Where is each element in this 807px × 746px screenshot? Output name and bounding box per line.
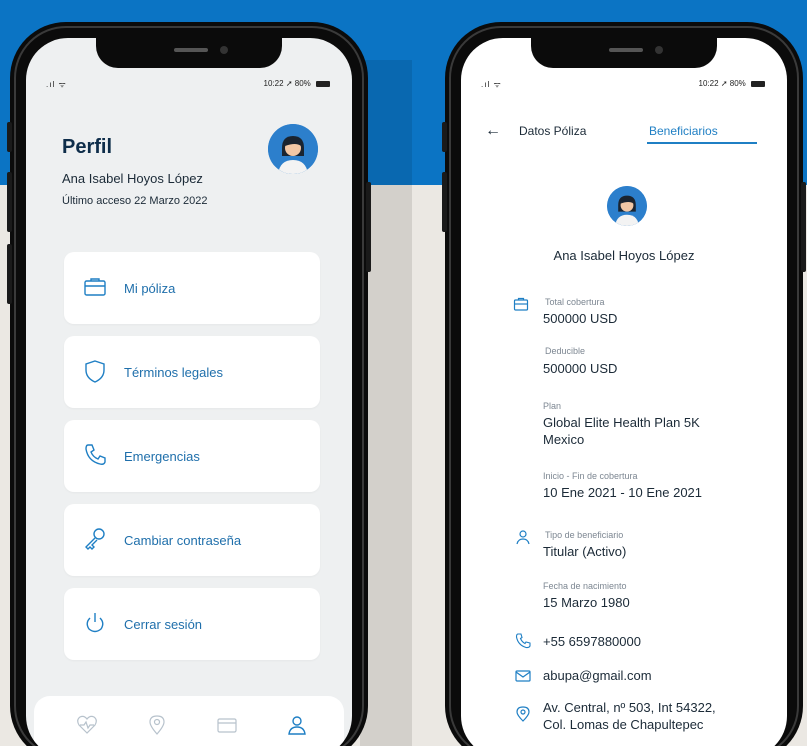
phone-side-button <box>366 182 371 272</box>
tab-beneficiaries[interactable]: Beneficiarios <box>649 124 718 138</box>
briefcase-icon <box>513 297 529 311</box>
signal-wifi-icon: .ıl ᯤ <box>481 80 502 89</box>
power-icon <box>86 613 104 633</box>
menu-item-label: Términos legales <box>124 365 223 380</box>
coverage-period-value: 10 Ene 2021 - 10 Ene 2021 <box>543 485 703 500</box>
location-pin-icon[interactable] <box>146 714 168 736</box>
battery-percent: 80% <box>294 79 311 88</box>
menu-item-label: Cambiar contraseña <box>124 533 242 548</box>
phone-side-button <box>7 172 12 232</box>
phone-icon <box>85 444 106 465</box>
deductible-value: 500000 USD <box>543 361 618 376</box>
email-address[interactable]: abupa@gmail.com <box>543 668 652 684</box>
phone-number[interactable]: +55 6597880000 <box>543 634 641 650</box>
last-access-text: Último acceso 22 Marzo 2022 <box>62 195 208 207</box>
beneficiary-name: Ana Isabel Hoyos López <box>553 248 695 263</box>
menu-item-logout[interactable]: Cerrar sesión <box>64 588 320 660</box>
heart-pulse-icon[interactable] <box>76 714 98 736</box>
birth-date-label: Fecha de nacimiento <box>543 581 627 591</box>
key-icon <box>85 528 105 550</box>
address-line-2: Col. Lomas de Chapultepec <box>543 717 704 732</box>
total-coverage-value: 500000 USD <box>543 311 618 326</box>
beneficiaries-screen: .ıl ᯤ 10:22 ➚ 80% ← Datos Póliza Benefic… <box>461 38 787 746</box>
coverage-period-label: Inicio - Fin de cobertura <box>543 471 638 481</box>
beneficiary-type-value: Titular (Activo) <box>543 544 627 559</box>
back-arrow-icon[interactable]: ← <box>485 122 501 140</box>
phone-notch <box>531 38 717 68</box>
phone-icon <box>515 633 531 649</box>
location-arrow-icon: ➚ <box>285 79 295 88</box>
menu-item-label: Cerrar sesión <box>124 617 203 632</box>
phone-left: .ıl ᯤ 10:22 ➚ 80% Perfil Ana Isabel Hoyo… <box>7 22 371 746</box>
phone-side-button <box>801 182 806 272</box>
phone-side-button <box>442 172 447 232</box>
menu-item-change-password[interactable]: Cambiar contraseña <box>64 504 320 576</box>
beneficiary-type-label: Tipo de beneficiario <box>545 530 624 540</box>
status-bar: .ıl ᯤ 10:22 ➚ 80% <box>26 78 352 92</box>
user-name: Ana Isabel Hoyos López <box>62 171 203 186</box>
phone-side-button <box>7 244 12 304</box>
birth-date-value: 15 Marzo 1980 <box>543 595 630 610</box>
tab-policy-data[interactable]: Datos Póliza <box>519 124 586 138</box>
location-arrow-icon: ➚ <box>720 79 730 88</box>
avatar <box>607 186 647 226</box>
plan-value-country: Mexico <box>543 432 585 447</box>
status-time: 10:22 <box>698 79 719 88</box>
card-icon[interactable] <box>216 714 238 736</box>
phone-notch <box>96 38 282 68</box>
menu-item-label: Mi póliza <box>124 281 176 296</box>
bottom-tab-bar <box>34 696 344 746</box>
phone-side-button <box>7 122 12 152</box>
battery-icon <box>316 80 330 87</box>
briefcase-icon <box>84 278 106 296</box>
mail-icon <box>515 670 531 682</box>
address-line-1: Av. Central, nº 503, Int 54322, <box>543 700 716 715</box>
plan-label: Plan <box>543 401 562 411</box>
active-tab-indicator <box>647 142 757 144</box>
plan-value: Global Elite Health Plan 5K <box>543 415 700 430</box>
deductible-label: Deducible <box>545 346 586 356</box>
status-time: 10:22 <box>263 79 284 88</box>
menu-item-my-policy[interactable]: Mi póliza <box>64 252 320 324</box>
user-icon[interactable] <box>286 714 308 736</box>
battery-icon <box>751 80 765 87</box>
menu-item-emergencies[interactable]: Emergencias <box>64 420 320 492</box>
total-coverage-label: Total cobertura <box>545 297 605 307</box>
profile-screen: .ıl ᯤ 10:22 ➚ 80% Perfil Ana Isabel Hoyo… <box>26 38 352 746</box>
phone-side-button <box>442 122 447 152</box>
page-title: Perfil <box>62 136 113 158</box>
location-pin-icon <box>516 706 530 722</box>
menu-item-legal-terms[interactable]: Términos legales <box>64 336 320 408</box>
avatar[interactable] <box>268 124 318 174</box>
status-bar: .ıl ᯤ 10:22 ➚ 80% <box>461 78 787 92</box>
signal-wifi-icon: .ıl ᯤ <box>46 80 67 89</box>
user-icon <box>516 530 530 545</box>
phone-right: .ıl ᯤ 10:22 ➚ 80% ← Datos Póliza Benefic… <box>442 22 806 746</box>
menu-item-label: Emergencias <box>124 449 200 464</box>
battery-percent: 80% <box>729 79 746 88</box>
shield-icon <box>85 360 105 383</box>
